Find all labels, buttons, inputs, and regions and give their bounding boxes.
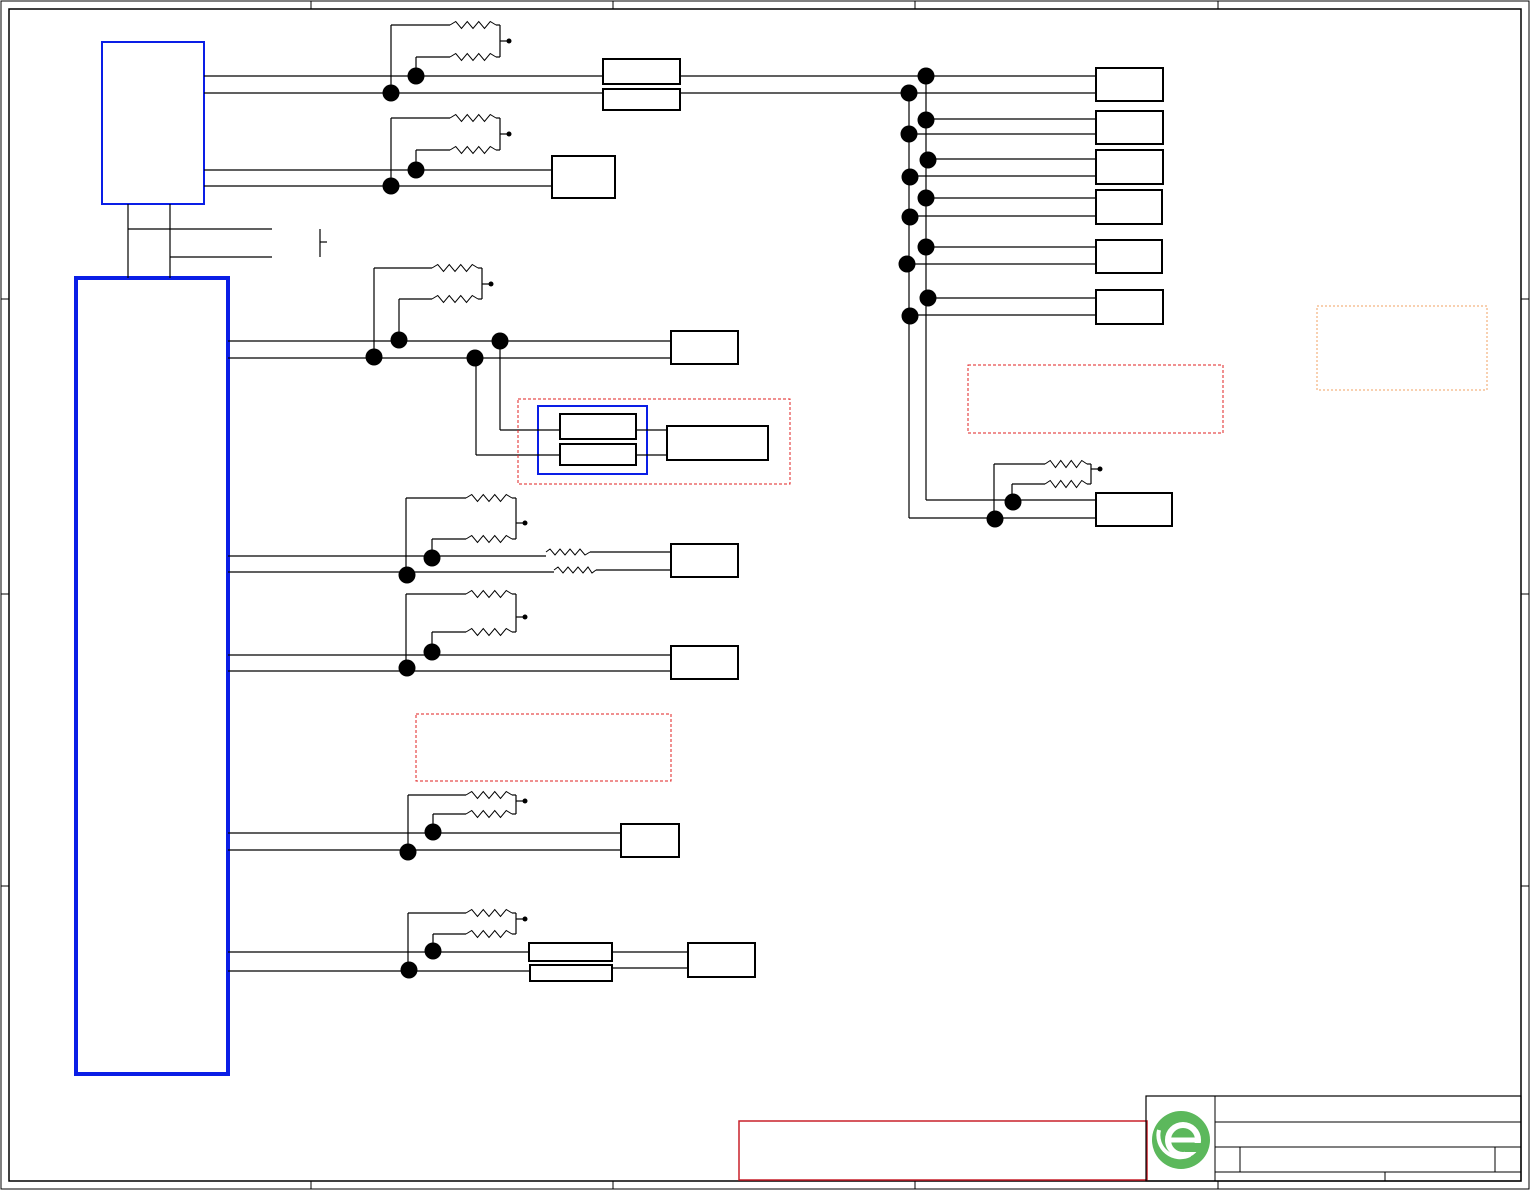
- junction-dot: [1004, 493, 1022, 511]
- supply-terminal: [1097, 466, 1103, 472]
- pull-up-resistor: [465, 589, 513, 599]
- bus-6: [228, 832, 621, 851]
- device-bus-7: [687, 942, 756, 978]
- block-interconnect: [127, 204, 327, 278]
- company-logo-icon: [1152, 1111, 1210, 1169]
- pull-up-resistors: [373, 20, 1103, 971]
- junction-dot: [382, 177, 400, 195]
- junction-dot: [919, 289, 937, 307]
- pull-up-resistor: [449, 145, 497, 155]
- right-device-5: [1095, 239, 1163, 274]
- junction-dot: [919, 151, 937, 169]
- series-resistors-bus-4: [545, 548, 597, 574]
- device-bus-5: [670, 645, 739, 680]
- junction-dot: [365, 348, 383, 366]
- supply-terminal: [488, 281, 494, 287]
- right-device-1: [1095, 67, 1164, 102]
- supply-terminal: [506, 38, 512, 44]
- junction-dot: [900, 84, 918, 102]
- junction-dot: [917, 67, 935, 85]
- pull-up-resistor: [465, 790, 513, 800]
- series-component-1a: [602, 58, 681, 85]
- device-bus-2: [551, 155, 616, 199]
- bus-7: [228, 951, 688, 972]
- buffer-a: [559, 413, 637, 440]
- junction-dot: [407, 161, 425, 179]
- series-component-7a: [528, 942, 613, 962]
- device-bus-6: [620, 823, 680, 858]
- junction-dot: [901, 168, 919, 186]
- revision-note-box: [738, 1120, 1148, 1181]
- junction-dot: [399, 843, 417, 861]
- pull-up-resistor: [465, 493, 513, 503]
- supply-terminal: [522, 916, 528, 922]
- junction-dot: [917, 238, 935, 256]
- supply-terminal: [522, 614, 528, 620]
- supply-terminal: [522, 520, 528, 526]
- bus-5: [228, 654, 671, 672]
- junction-dot: [901, 208, 919, 226]
- pull-up-resistor: [449, 52, 497, 62]
- junction-dots: [365, 67, 1022, 979]
- right-device-3: [1095, 149, 1164, 185]
- pull-up-resistor: [465, 627, 513, 637]
- series-component-7b: [529, 964, 613, 982]
- junction-dot: [491, 332, 509, 350]
- junction-dot: [424, 942, 442, 960]
- supply-terminal: [506, 131, 512, 137]
- junction-dot: [423, 549, 441, 567]
- right-device-6: [1095, 289, 1164, 325]
- series-component-1b: [602, 88, 681, 111]
- junction-dot: [917, 189, 935, 207]
- bus-2: [204, 169, 552, 187]
- drawing-frame: [0, 0, 1530, 1190]
- buffer-b: [559, 443, 637, 466]
- device-bus-4: [670, 543, 739, 578]
- junction-dot: [407, 67, 425, 85]
- junction-dot: [898, 255, 916, 273]
- pull-up-resistor: [465, 534, 513, 544]
- bus-4: [228, 551, 671, 573]
- pull-up-resistor: [465, 809, 513, 819]
- right-branch-wires: [909, 118, 1096, 519]
- schematic-drawing: [0, 0, 1530, 1190]
- device-after-buffers: [666, 425, 769, 461]
- note-box-middle: [415, 713, 672, 782]
- pull-up-resistor: [1044, 479, 1088, 489]
- pull-up-resistor: [1044, 459, 1088, 469]
- pull-up-resistor: [449, 113, 497, 123]
- pull-up-resistor: [465, 929, 513, 939]
- pull-up-resistor: [449, 20, 497, 30]
- note-box-corner: [1316, 305, 1488, 391]
- junction-dot: [917, 111, 935, 129]
- pull-up-resistor: [431, 263, 479, 273]
- junction-dot: [900, 125, 918, 143]
- device-bus-3: [670, 330, 739, 365]
- supply-terminal: [522, 798, 528, 804]
- right-device-4: [1095, 189, 1163, 225]
- junction-dot: [423, 643, 441, 661]
- note-box-right: [967, 364, 1224, 434]
- top-left-block: [101, 41, 205, 205]
- right-device-7: [1095, 492, 1173, 527]
- pull-up-resistor: [465, 908, 513, 918]
- junction-dot: [398, 659, 416, 677]
- pull-up-resistor: [431, 294, 479, 304]
- junction-dot: [466, 349, 484, 367]
- junction-dot: [424, 823, 442, 841]
- junction-dot: [986, 510, 1004, 528]
- junction-dot: [398, 566, 416, 584]
- main-connector-block: [74, 276, 230, 1076]
- junction-dot: [400, 961, 418, 979]
- junction-dot: [901, 307, 919, 325]
- junction-dot: [390, 331, 408, 349]
- junction-dot: [382, 84, 400, 102]
- bus-1: [204, 75, 604, 94]
- right-device-2: [1095, 110, 1164, 145]
